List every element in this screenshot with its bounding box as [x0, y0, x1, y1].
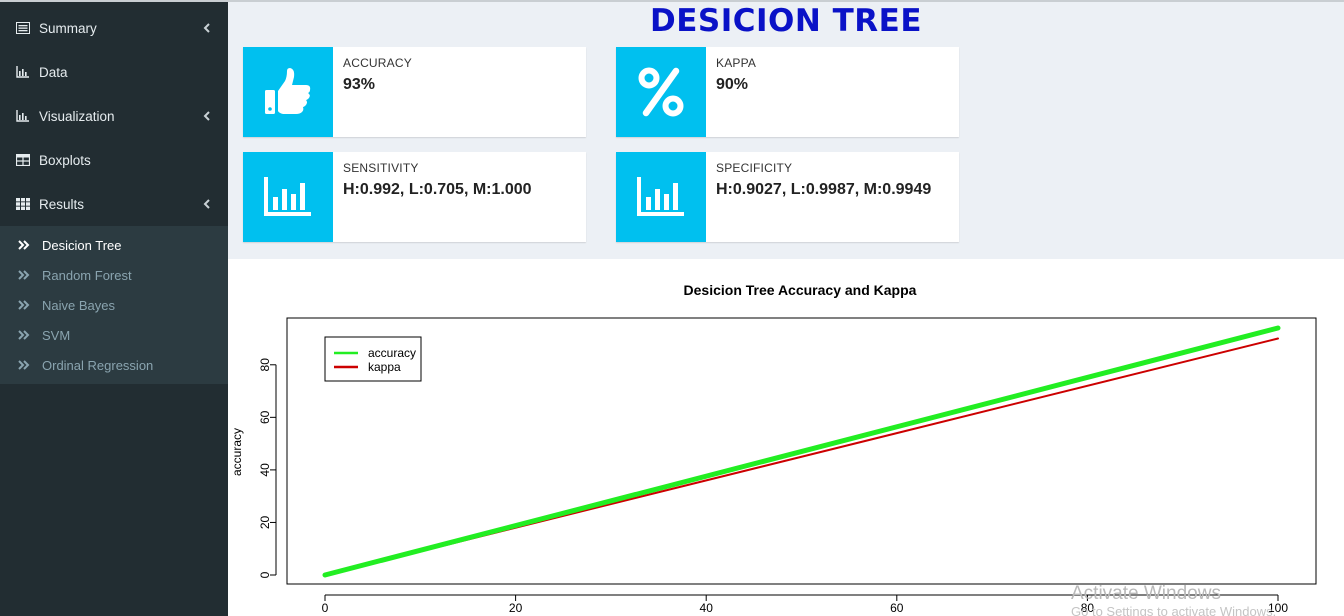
legend-label-kappa: kappa: [368, 360, 401, 374]
sidebar-item-label: Results: [39, 196, 85, 212]
y-axis-label: accuracy: [230, 428, 244, 476]
accuracy-value: 93%: [343, 76, 376, 93]
chevron-left-icon: [201, 199, 211, 209]
x-tick-label: 0: [322, 601, 329, 615]
bar-chart-icon: [15, 65, 31, 79]
table-icon: [15, 153, 31, 167]
submenu-item-svm[interactable]: SVM: [0, 320, 228, 350]
double-chevron-right-icon: [18, 270, 34, 280]
submenu-item-label: SVM: [42, 327, 71, 343]
activate-windows-subtext: Go to Settings to activate Windows.: [1071, 604, 1277, 616]
submenu-item-ordinal-regression[interactable]: Ordinal Regression: [0, 350, 228, 380]
y-tick-label: 80: [258, 358, 272, 372]
main-content: DESICION TREE ACCURACY 93% KAPPA 90% SEN…: [228, 0, 1344, 616]
kappa-value: 90%: [716, 76, 749, 93]
submenu-item-label: Naive Bayes: [42, 297, 115, 313]
double-chevron-right-icon: [18, 330, 34, 340]
sensitivity-value: H:0.992, L:0.705, M:1.000: [343, 181, 532, 198]
specificity-info-box: SPECIFICITY H:0.9027, L:0.9987, M:0.9949: [616, 152, 959, 242]
y-tick-label: 20: [258, 515, 272, 529]
plot-container: Desicion Tree Accuracy and Kappa accurac…: [228, 259, 1344, 616]
sidebar-item-label: Data: [39, 64, 68, 80]
legend: accuracykappa: [324, 336, 422, 382]
accuracy-info-box: ACCURACY 93%: [243, 47, 586, 137]
specificity-value: H:0.9027, L:0.9987, M:0.9949: [716, 181, 932, 198]
axes: 0 20 40 60 80 100020406080: [258, 358, 1288, 615]
thumbs-up-icon: [243, 47, 333, 137]
submenu-item-naive-bayes[interactable]: Naive Bayes: [0, 290, 228, 320]
y-tick-label: 60: [258, 410, 272, 424]
list-icon: [15, 21, 31, 35]
sidebar-item-summary[interactable]: Summary: [0, 6, 228, 50]
double-chevron-right-icon: [18, 300, 34, 310]
sidebar-item-label: Summary: [39, 20, 97, 36]
specificity-caption: SPECIFICITY: [716, 161, 793, 175]
submenu-item-label: Desicion Tree: [42, 237, 122, 253]
sidebar-item-boxplots[interactable]: Boxplots: [0, 138, 228, 182]
series-line-accuracy: [322, 325, 1281, 578]
activate-windows-watermark: Activate Windows: [1071, 583, 1221, 604]
sensitivity-info-box: SENSITIVITY H:0.992, L:0.705, M:1.000: [243, 152, 586, 242]
kappa-info-box: KAPPA 90%: [616, 47, 959, 137]
x-tick-label: 20: [509, 601, 523, 615]
sensitivity-caption: SENSITIVITY: [343, 161, 419, 175]
legend-label-accuracy: accuracy: [368, 346, 416, 360]
sidebar-item-data[interactable]: Data: [0, 50, 228, 94]
sidebar: Summary Data Visualization Boxplots Resu…: [0, 0, 228, 616]
chevron-left-icon: [201, 111, 211, 121]
sidebar-item-label: Boxplots: [39, 152, 91, 168]
y-tick-label: 40: [258, 463, 272, 477]
submenu-item-label: Random Forest: [42, 267, 132, 283]
chart-title: Desicion Tree Accuracy and Kappa: [684, 282, 917, 298]
percent-icon: [616, 47, 706, 137]
sidebar-item-label: Visualization: [39, 108, 115, 124]
sidebar-item-results[interactable]: Results: [0, 182, 228, 226]
x-tick-label: 40: [700, 601, 714, 615]
submenu-item-label: Ordinal Regression: [42, 357, 154, 373]
accuracy-kappa-chart: Desicion Tree Accuracy and Kappa accurac…: [230, 282, 1317, 615]
x-tick-label: 60: [890, 601, 904, 615]
submenu-item-random-forest[interactable]: Random Forest: [0, 260, 228, 290]
chevron-left-icon: [201, 23, 211, 33]
submenu-item-desicion-tree[interactable]: Desicion Tree: [0, 230, 228, 260]
kappa-caption: KAPPA: [716, 56, 757, 70]
bar-chart-icon: [243, 152, 333, 242]
results-submenu: Desicion Tree Random Forest Naive Bayes …: [0, 226, 228, 384]
bar-chart-icon: [15, 109, 31, 123]
page-title: DESICION TREE: [649, 3, 922, 39]
accuracy-caption: ACCURACY: [343, 56, 412, 70]
grid-icon: [15, 197, 31, 211]
sidebar-item-visualization[interactable]: Visualization: [0, 94, 228, 138]
double-chevron-right-icon: [18, 240, 34, 250]
y-tick-label: 0: [258, 571, 272, 578]
series-group: [322, 325, 1281, 578]
double-chevron-right-icon: [18, 360, 34, 370]
bar-chart-icon: [616, 152, 706, 242]
